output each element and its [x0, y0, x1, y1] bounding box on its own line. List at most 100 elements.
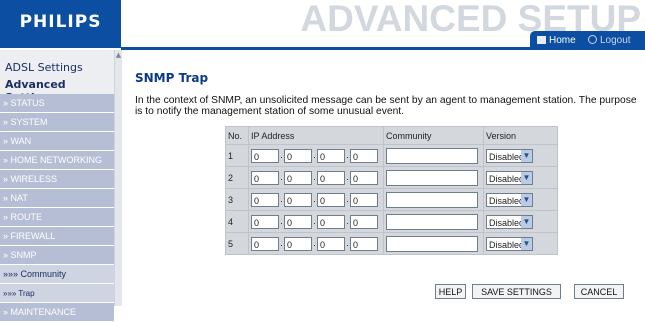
- community-cell: [383, 210, 484, 233]
- version-value: Disabled: [489, 239, 525, 250]
- community-input[interactable]: [386, 147, 478, 164]
- logout-link[interactable]: Logout: [588, 35, 631, 46]
- row-number: 1: [225, 144, 249, 167]
- row-number: 3: [225, 188, 249, 211]
- save-settings-button[interactable]: SAVE SETTINGS: [472, 284, 561, 299]
- sidebar-item-route[interactable]: » ROUTE: [0, 208, 114, 227]
- logo-area: PHILIPS: [0, 0, 121, 48]
- home-label: Home: [549, 35, 576, 46]
- ip-octet-input[interactable]: 0: [317, 170, 345, 185]
- chevron-down-icon[interactable]: ▼: [521, 237, 532, 250]
- trap-table: No. IP Address Community Version 10.0.0.…: [225, 126, 558, 255]
- table-row: 2 0. 0. 0. 0 Disabled ▼: [225, 166, 558, 189]
- ip-address-cell: 0.0.0.0: [248, 210, 384, 233]
- logout-icon: [588, 35, 597, 44]
- ip-octet-input[interactable]: 0: [350, 236, 378, 251]
- community-cell: [383, 188, 484, 211]
- help-button[interactable]: HELP: [435, 284, 466, 299]
- table-row: 1 0. 0. 0. 0 Disabled ▼: [225, 144, 558, 167]
- ip-octet-input[interactable]: 0: [251, 148, 279, 163]
- version-value: Disabled: [489, 195, 525, 206]
- chevron-down-icon[interactable]: ▼: [521, 171, 532, 184]
- table-header-row: No. IP Address Community Version: [225, 126, 558, 145]
- community-input[interactable]: [386, 191, 478, 208]
- col-header-version: Version: [483, 126, 558, 145]
- version-cell: Disabled ▼: [483, 210, 558, 233]
- community-cell: [383, 144, 484, 167]
- sidebar-scrollbar[interactable]: ▲: [114, 50, 122, 306]
- community-input[interactable]: [386, 235, 478, 252]
- ip-address-cell: 0.0.0.0: [248, 188, 384, 211]
- ip-octet-input[interactable]: 0: [284, 214, 312, 229]
- version-cell: Disabled ▼: [483, 232, 558, 255]
- col-header-community: Community: [383, 126, 484, 145]
- description-text: In the context of SNMP, an unsolicited m…: [135, 95, 637, 117]
- ip-octet-input[interactable]: 0: [317, 192, 345, 207]
- sidebar: ADSL Settings Advanced Settings » STATUS…: [0, 50, 122, 322]
- philips-logo: PHILIPS: [19, 12, 102, 32]
- sidebar-heading-adsl[interactable]: ADSL Settings: [5, 61, 83, 74]
- chevron-down-icon[interactable]: ▼: [521, 193, 532, 206]
- chevron-down-icon[interactable]: ▼: [521, 149, 532, 162]
- sidebar-item-firewall[interactable]: » FIREWALL: [0, 227, 114, 246]
- ip-octet-input[interactable]: 0: [251, 236, 279, 251]
- home-icon: [537, 36, 546, 44]
- sidebar-item-community[interactable]: »»» Community: [0, 265, 114, 284]
- ip-octet-input[interactable]: 0: [317, 214, 345, 229]
- ip-octet-input[interactable]: 0: [350, 148, 378, 163]
- version-select[interactable]: Disabled ▼: [486, 236, 533, 251]
- scroll-up-icon[interactable]: ▲: [115, 51, 122, 59]
- home-link[interactable]: Home: [537, 35, 576, 46]
- col-header-ip: IP Address: [248, 126, 384, 145]
- ip-octet-input[interactable]: 0: [317, 236, 345, 251]
- chevron-down-icon[interactable]: ▼: [521, 215, 532, 228]
- version-value: Disabled: [489, 217, 525, 228]
- sidebar-item-system[interactable]: » SYSTEM: [0, 113, 114, 132]
- version-select[interactable]: Disabled ▼: [486, 148, 533, 163]
- main-content: SNMP Trap In the context of SNMP, an uns…: [124, 50, 645, 306]
- version-select[interactable]: Disabled ▼: [486, 170, 533, 185]
- col-header-no: No.: [225, 126, 249, 145]
- community-input[interactable]: [386, 169, 478, 186]
- ip-octet-input[interactable]: 0: [284, 236, 312, 251]
- version-value: Disabled: [489, 151, 525, 162]
- sidebar-item-status[interactable]: » STATUS: [0, 94, 114, 113]
- table-row: 5 0. 0. 0. 0 Disabled ▼: [225, 232, 558, 255]
- sidebar-item-home-networking[interactable]: » HOME NETWORKING: [0, 151, 114, 170]
- sidebar-item-wan[interactable]: » WAN: [0, 132, 114, 151]
- ip-octet-input[interactable]: 0: [350, 214, 378, 229]
- table-row: 4 0. 0. 0. 0 Disabled ▼: [225, 210, 558, 233]
- page-heading: SNMP Trap: [135, 71, 209, 85]
- row-number: 4: [225, 210, 249, 233]
- ip-address-cell: 0.0.0.0: [248, 232, 384, 255]
- cancel-button[interactable]: CANCEL: [574, 284, 624, 299]
- version-select[interactable]: Disabled ▼: [486, 192, 533, 207]
- ip-octet-input[interactable]: 0: [251, 192, 279, 207]
- ip-address-cell: 0.0.0.0: [248, 144, 384, 167]
- ip-octet-input[interactable]: 0: [251, 214, 279, 229]
- ip-octet-input[interactable]: 0: [350, 170, 378, 185]
- header: PHILIPS ADVANCED SETUP Home Logout: [0, 0, 645, 50]
- sidebar-item-nat[interactable]: » NAT: [0, 189, 114, 208]
- community-input[interactable]: [386, 213, 478, 230]
- community-cell: [383, 232, 484, 255]
- sidebar-item-wireless[interactable]: » WIRELESS: [0, 170, 114, 189]
- sidebar-item-snmp[interactable]: » SNMP: [0, 246, 114, 265]
- ip-address-cell: 0.0.0.0: [248, 166, 384, 189]
- version-select[interactable]: Disabled ▼: [486, 214, 533, 229]
- version-value: Disabled: [489, 173, 525, 184]
- ip-octet-input[interactable]: 0: [317, 148, 345, 163]
- ip-octet-input[interactable]: 0: [284, 170, 312, 185]
- version-cell: Disabled ▼: [483, 144, 558, 167]
- table-row: 3 0. 0. 0. 0 Disabled ▼: [225, 188, 558, 211]
- sidebar-item-trap[interactable]: »»» Trap: [0, 284, 114, 303]
- logout-label: Logout: [600, 35, 631, 46]
- ip-octet-input[interactable]: 0: [284, 148, 312, 163]
- row-number: 5: [225, 232, 249, 255]
- ip-octet-input[interactable]: 0: [251, 170, 279, 185]
- row-number: 2: [225, 166, 249, 189]
- ip-octet-input[interactable]: 0: [350, 192, 378, 207]
- ip-octet-input[interactable]: 0: [284, 192, 312, 207]
- version-cell: Disabled ▼: [483, 188, 558, 211]
- version-cell: Disabled ▼: [483, 166, 558, 189]
